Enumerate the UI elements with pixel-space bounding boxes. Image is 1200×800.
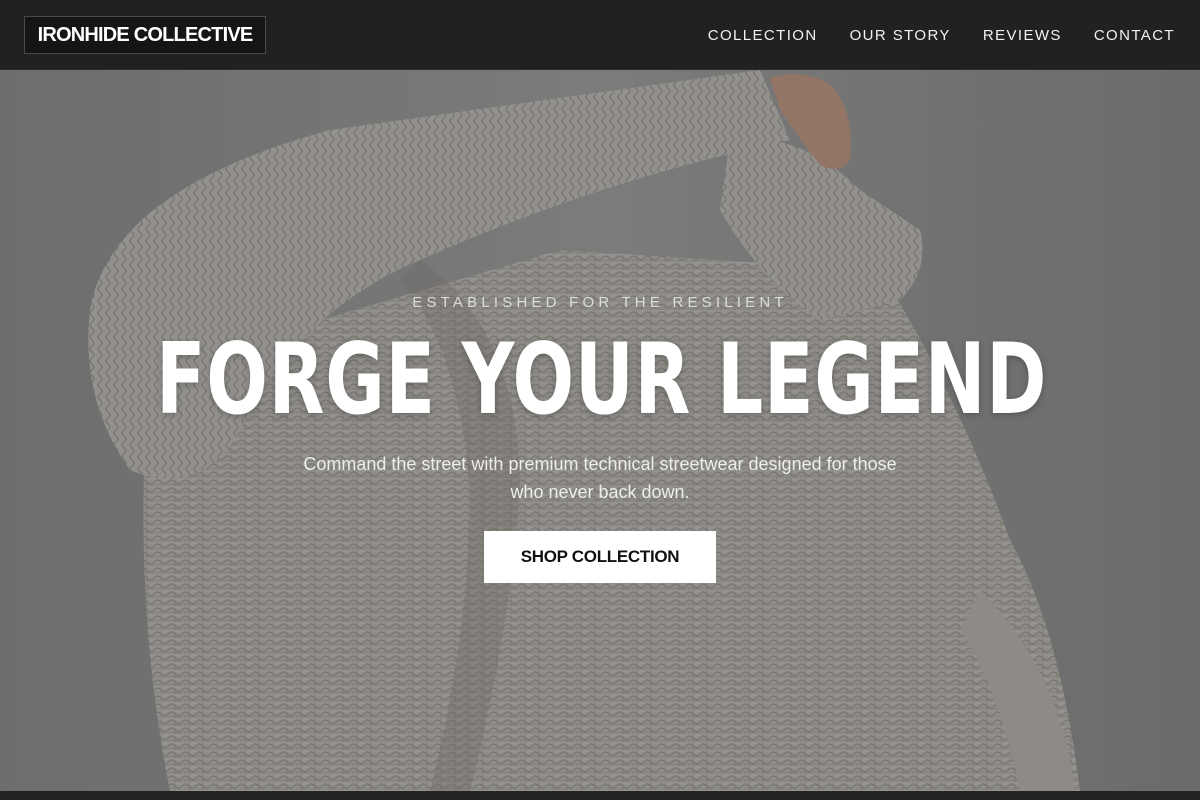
main-nav: COLLECTION OUR STORY REVIEWS CONTACT bbox=[708, 0, 1175, 70]
nav-link-our-story[interactable]: OUR STORY bbox=[850, 27, 951, 44]
site-header: IRONHIDE COLLECTIVE COLLECTION OUR STORY… bbox=[0, 0, 1200, 70]
nav-link-contact[interactable]: CONTACT bbox=[1094, 27, 1175, 44]
hero-headline: FORGE YOUR LEGEND bbox=[156, 323, 1048, 437]
brand-logo[interactable]: IRONHIDE COLLECTIVE bbox=[24, 16, 266, 54]
nav-link-collection[interactable]: COLLECTION bbox=[708, 27, 818, 44]
shop-collection-button[interactable]: SHOP COLLECTION bbox=[484, 531, 716, 583]
hero-subheading: Command the street with premium technica… bbox=[303, 454, 897, 502]
nav-link-reviews[interactable]: REVIEWS bbox=[983, 27, 1062, 44]
hero-content: ESTABLISHED FOR THE RESILIENT FORGE YOUR… bbox=[0, 70, 1200, 791]
hero-section: ESTABLISHED FOR THE RESILIENT FORGE YOUR… bbox=[0, 70, 1200, 791]
hero-eyebrow: ESTABLISHED FOR THE RESILIENT bbox=[412, 294, 788, 311]
next-section-edge bbox=[0, 791, 1200, 800]
